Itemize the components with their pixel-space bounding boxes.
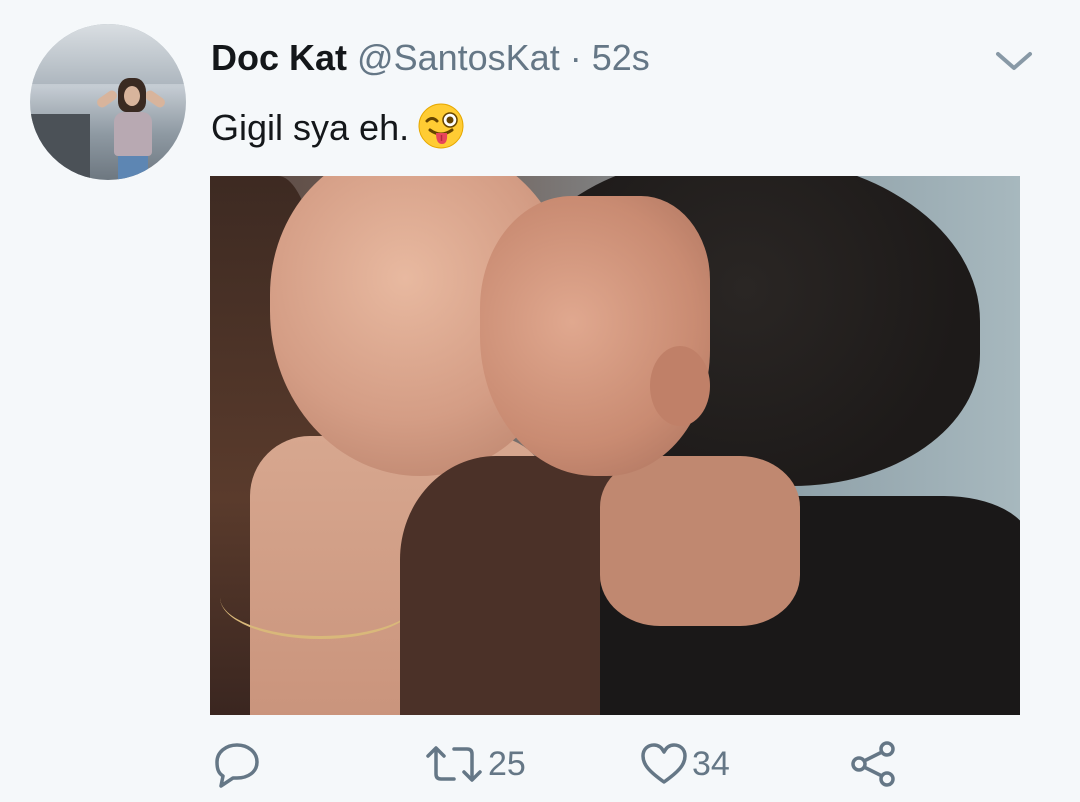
retweet-count: 25 (488, 744, 526, 783)
reply-icon (213, 739, 261, 789)
tweet-header: Doc Kat @SantosKat · 52s (211, 38, 650, 78)
chevron-down-icon[interactable] (994, 46, 1034, 76)
tweet[interactable]: Doc Kat @SantosKat · 52s Gigil sya eh. 2… (0, 0, 1080, 802)
share-icon (849, 739, 899, 789)
tweet-text-content: Gigil sya eh. (211, 107, 410, 148)
display-name[interactable]: Doc Kat (211, 37, 347, 78)
user-handle[interactable]: @SantosKat (357, 37, 560, 78)
winking-face-with-tongue-icon (417, 102, 465, 150)
tweet-text: Gigil sya eh. (211, 103, 465, 154)
retweet-icon (424, 742, 484, 786)
heart-icon (640, 742, 688, 786)
tweet-actions: 25 34 (0, 734, 1080, 794)
like-button[interactable]: 34 (640, 734, 730, 794)
like-count: 34 (692, 744, 730, 783)
retweet-button[interactable]: 25 (424, 734, 526, 794)
tweet-media-image[interactable] (210, 176, 1020, 715)
avatar[interactable] (30, 24, 186, 180)
share-button[interactable] (849, 734, 899, 794)
separator-dot: · (569, 37, 582, 78)
reply-button[interactable] (213, 734, 265, 794)
timestamp[interactable]: 52s (592, 37, 650, 78)
